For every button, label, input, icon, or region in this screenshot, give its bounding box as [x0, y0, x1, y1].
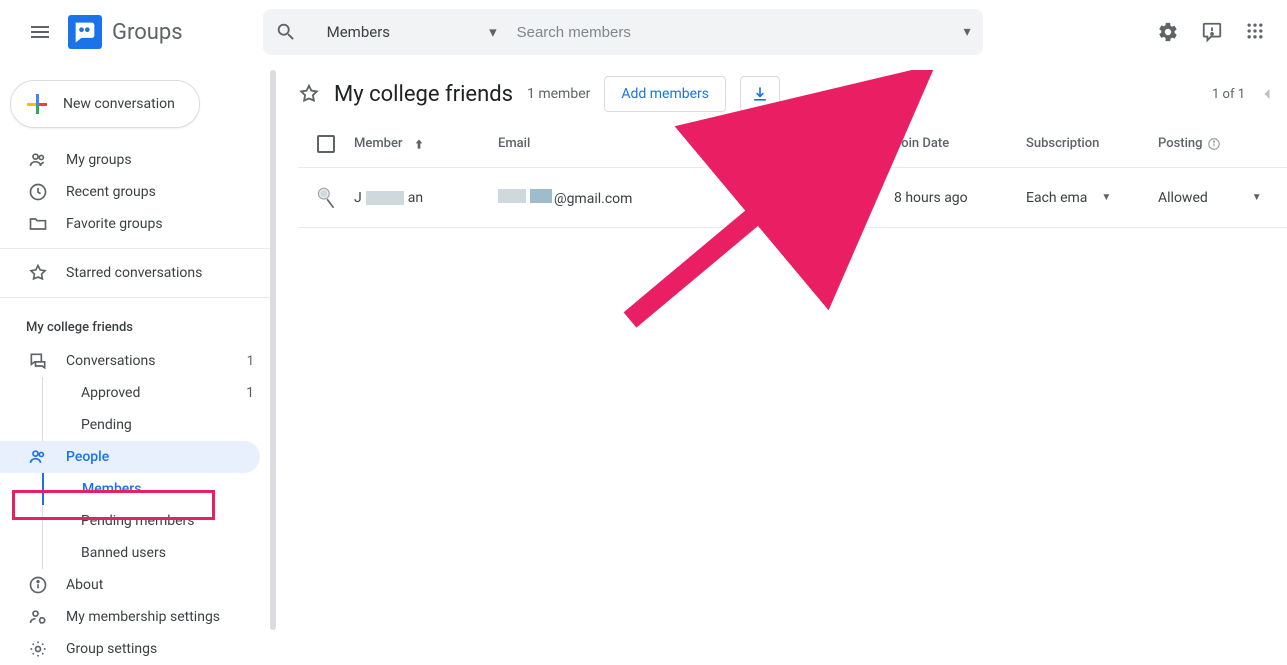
role-value: Owner: [760, 190, 800, 206]
col-header-join[interactable]: Join Date: [894, 136, 1026, 151]
col-header-member[interactable]: Member: [354, 136, 498, 152]
nav-count: 1: [247, 354, 254, 369]
sub-value: Each ema: [1026, 190, 1087, 206]
sidebar-item-recent-groups[interactable]: Recent groups: [0, 176, 270, 208]
star-outline-icon[interactable]: [298, 83, 320, 105]
conversations-icon: [28, 351, 48, 371]
nav-label: Banned users: [81, 545, 166, 561]
col-header-subscription[interactable]: Subscription: [1026, 136, 1158, 151]
sidebar-item-my-groups[interactable]: My groups: [0, 144, 270, 176]
sidebar-subitem-members[interactable]: Members: [42, 473, 270, 505]
post-value: Allowed: [1158, 190, 1208, 206]
nav-label: Recent groups: [66, 184, 156, 200]
main-content: My college friends 1 member Add members …: [270, 64, 1287, 647]
sidebar-subitem-banned[interactable]: Banned users: [42, 537, 270, 569]
col-label: Role: [760, 136, 786, 151]
add-members-button[interactable]: Add members: [604, 76, 726, 112]
feedback-icon[interactable]: [1201, 21, 1223, 43]
export-button[interactable]: [740, 76, 780, 112]
nav-label: Members: [82, 481, 141, 497]
sidebar-item-people[interactable]: People: [0, 441, 270, 473]
table-row[interactable]: Jan @gmail.com Owner ▼ 8 hours ago Each e…: [298, 168, 1287, 228]
pager-text: 1 of 1: [1212, 87, 1245, 102]
member-join-date: 8 hours ago: [894, 190, 1026, 206]
nav-label: About: [66, 577, 103, 593]
col-label: Join Date: [894, 136, 949, 151]
app-name: Groups: [112, 20, 183, 45]
page-title: My college friends: [334, 82, 513, 107]
folder-icon: [28, 214, 48, 234]
star-icon: [28, 263, 48, 283]
nav-label: Approved: [81, 385, 140, 401]
caret-down-icon: ▾: [489, 23, 497, 41]
nav-label: Favorite groups: [66, 216, 163, 232]
sidebar: New conversation My groups Recent groups…: [0, 64, 270, 647]
select-all-checkbox[interactable]: [317, 135, 335, 153]
sidebar-subitem-approved[interactable]: Approved 1: [42, 377, 270, 409]
nav-count: 1: [246, 385, 270, 401]
sidebar-item-about[interactable]: About: [0, 569, 270, 601]
info-icon: [28, 575, 48, 595]
member-name: Jan: [354, 190, 423, 206]
apps-grid-icon[interactable]: [1245, 21, 1267, 43]
member-count-label: 1 member: [527, 86, 590, 102]
col-label: Subscription: [1026, 136, 1099, 151]
nav-label: Group settings: [66, 641, 157, 657]
caret-down-icon: ▼: [814, 192, 824, 203]
col-header-role[interactable]: Role: [760, 136, 894, 151]
settings-gear-icon[interactable]: [1157, 21, 1179, 43]
group-section-label: My college friends: [0, 306, 270, 345]
person-gear-icon: [28, 607, 48, 627]
member-avatar-icon: [313, 185, 339, 211]
nav-label: Starred conversations: [66, 265, 202, 281]
nav-label: My groups: [66, 152, 132, 168]
sort-up-icon: [411, 136, 427, 152]
search-icon[interactable]: [275, 21, 297, 43]
table-header: Member Email Role Join Date Subscription…: [298, 120, 1287, 168]
caret-down-icon: ▼: [1101, 192, 1111, 203]
col-header-posting[interactable]: Posting: [1158, 136, 1268, 151]
people-icon: [28, 150, 48, 170]
app-logo[interactable]: Groups: [68, 15, 183, 49]
search-scope-dropdown[interactable]: Members ▾: [327, 23, 497, 41]
sidebar-item-membership-settings[interactable]: My membership settings: [0, 601, 270, 633]
sidebar-subitem-pending[interactable]: Pending: [42, 409, 270, 441]
search-options-caret-icon[interactable]: ▾: [964, 24, 971, 40]
col-label: Member: [354, 136, 403, 151]
sidebar-subitem-pending-members[interactable]: Pending members: [42, 505, 270, 537]
gear-icon: [28, 639, 48, 659]
sidebar-item-favorite-groups[interactable]: Favorite groups: [0, 208, 270, 240]
hamburger-menu-icon[interactable]: [16, 8, 64, 56]
search-scope-label: Members: [327, 23, 390, 41]
sidebar-item-group-settings[interactable]: Group settings: [0, 633, 270, 665]
groups-logo-icon: [68, 15, 102, 49]
download-icon: [750, 84, 770, 104]
col-label: Posting: [1158, 136, 1203, 151]
nav-label: People: [66, 449, 109, 465]
nav-label: My membership settings: [66, 609, 220, 625]
info-icon[interactable]: [1207, 137, 1221, 151]
pager: 1 of 1: [1212, 84, 1287, 104]
sidebar-item-starred[interactable]: Starred conversations: [0, 257, 270, 289]
people-group-icon: [28, 447, 48, 467]
member-email: @gmail.com: [498, 189, 760, 207]
nav-label: Conversations: [66, 353, 155, 369]
search-input[interactable]: [517, 24, 964, 41]
member-role-dropdown[interactable]: Owner ▼: [760, 190, 894, 206]
nav-label: Pending members: [81, 513, 195, 529]
new-conversation-button[interactable]: New conversation: [10, 80, 200, 128]
new-conversation-label: New conversation: [63, 96, 175, 112]
add-members-label: Add members: [621, 86, 709, 102]
plus-icon: [25, 92, 49, 116]
nav-label: Pending: [81, 417, 132, 433]
pager-prev-icon[interactable]: [1257, 84, 1277, 104]
col-label: Email: [498, 136, 530, 151]
col-header-email[interactable]: Email: [498, 136, 760, 151]
member-posting-dropdown[interactable]: Allowed ▼: [1158, 190, 1268, 206]
member-subscription-dropdown[interactable]: Each ema ▼: [1026, 190, 1158, 206]
caret-down-icon: ▼: [1252, 192, 1262, 203]
search-bar[interactable]: Members ▾ ▾: [263, 9, 983, 55]
clock-icon: [28, 182, 48, 202]
sidebar-item-conversations[interactable]: Conversations 1: [0, 345, 270, 377]
